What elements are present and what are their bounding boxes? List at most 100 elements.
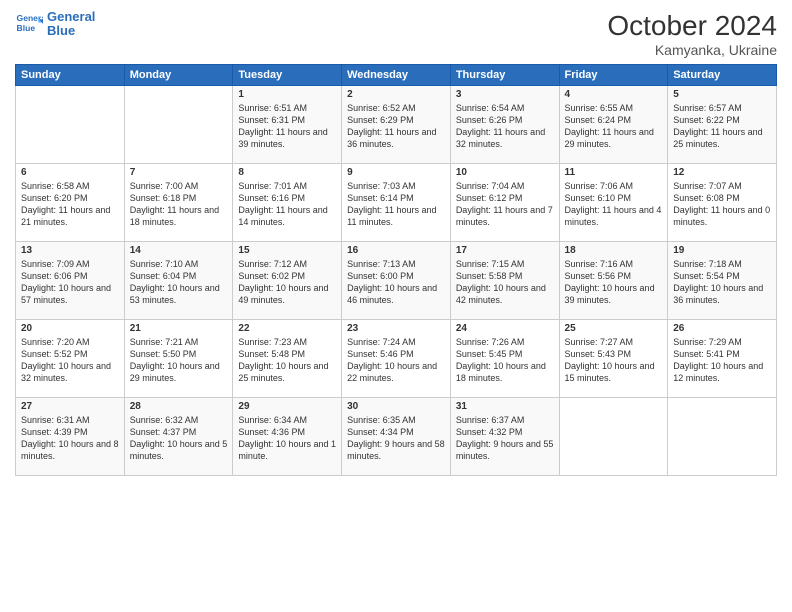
calendar-cell: 6 Sunrise: 6:58 AMSunset: 6:20 PMDaylight… xyxy=(16,164,125,242)
day-header-monday: Monday xyxy=(124,65,233,86)
cell-info: Sunrise: 6:57 AMSunset: 6:22 PMDaylight:… xyxy=(673,102,771,151)
logo-text: GeneralBlue xyxy=(47,10,95,39)
cell-day-number: 15 xyxy=(238,245,336,256)
cell-info: Sunrise: 7:03 AMSunset: 6:14 PMDaylight:… xyxy=(347,180,445,229)
cell-info: Sunrise: 6:34 AMSunset: 4:36 PMDaylight:… xyxy=(238,414,336,463)
calendar-cell: 9 Sunrise: 7:03 AMSunset: 6:14 PMDaylight… xyxy=(342,164,451,242)
cell-day-number: 30 xyxy=(347,401,445,412)
page-header: General Blue GeneralBlue October 2024 Ka… xyxy=(15,10,777,58)
svg-text:Blue: Blue xyxy=(17,23,36,33)
calendar-cell: 17Sunrise: 7:15 AMSunset: 5:58 PMDayligh… xyxy=(450,242,559,320)
day-header-wednesday: Wednesday xyxy=(342,65,451,86)
cell-info: Sunrise: 7:29 AMSunset: 5:41 PMDaylight:… xyxy=(673,336,771,385)
calendar-cell: 27 Sunrise: 6:31 AMSunset: 4:39 PMDayligh… xyxy=(16,398,125,476)
calendar-cell: 14 Sunrise: 7:10 AMSunset: 6:04 PMDayligh… xyxy=(124,242,233,320)
cell-day-number: 12 xyxy=(673,167,771,178)
calendar-cell: 15Sunrise: 7:12 AMSunset: 6:02 PMDayligh… xyxy=(233,242,342,320)
cell-day-number: 8 xyxy=(238,167,336,178)
cell-day-number: 10 xyxy=(456,167,554,178)
calendar-cell: 30 Sunrise: 6:35 AMSunset: 4:34 PMDayligh… xyxy=(342,398,451,476)
cell-info: Sunrise: 6:32 AMSunset: 4:37 PMDaylight:… xyxy=(130,414,228,463)
cell-info: Sunrise: 7:23 AMSunset: 5:48 PMDaylight:… xyxy=(238,336,336,385)
cell-info: Sunrise: 7:01 AMSunset: 6:16 PMDaylight:… xyxy=(238,180,336,229)
calendar-cell: 20 Sunrise: 7:20 AMSunset: 5:52 PMDayligh… xyxy=(16,320,125,398)
cell-day-number: 23 xyxy=(347,323,445,334)
cell-info: Sunrise: 6:35 AMSunset: 4:34 PMDaylight:… xyxy=(347,414,445,463)
cell-info: Sunrise: 7:06 AMSunset: 6:10 PMDaylight:… xyxy=(565,180,663,229)
calendar-cell: 21 Sunrise: 7:21 AMSunset: 5:50 PMDayligh… xyxy=(124,320,233,398)
calendar-cell xyxy=(124,86,233,164)
cell-info: Sunrise: 7:20 AMSunset: 5:52 PMDaylight:… xyxy=(21,336,119,385)
calendar-cell: 13 Sunrise: 7:09 AMSunset: 6:06 PMDayligh… xyxy=(16,242,125,320)
cell-day-number: 29 xyxy=(238,401,336,412)
calendar-cell xyxy=(16,86,125,164)
cell-day-number: 7 xyxy=(130,167,228,178)
day-header-sunday: Sunday xyxy=(16,65,125,86)
cell-day-number: 26 xyxy=(673,323,771,334)
cell-info: Sunrise: 6:52 AMSunset: 6:29 PMDaylight:… xyxy=(347,102,445,151)
calendar-table: SundayMondayTuesdayWednesdayThursdayFrid… xyxy=(15,64,777,476)
title-block: October 2024 Kamyanka, Ukraine xyxy=(607,10,777,58)
cell-day-number: 18 xyxy=(565,245,663,256)
cell-info: Sunrise: 7:13 AMSunset: 6:00 PMDaylight:… xyxy=(347,258,445,307)
cell-info: Sunrise: 6:51 AMSunset: 6:31 PMDaylight:… xyxy=(238,102,336,151)
cell-day-number: 21 xyxy=(130,323,228,334)
cell-day-number: 14 xyxy=(130,245,228,256)
calendar-week-row: 1 Sunrise: 6:51 AMSunset: 6:31 PMDaylight… xyxy=(16,86,777,164)
cell-info: Sunrise: 6:55 AMSunset: 6:24 PMDaylight:… xyxy=(565,102,663,151)
cell-day-number: 28 xyxy=(130,401,228,412)
cell-day-number: 5 xyxy=(673,89,771,100)
cell-day-number: 19 xyxy=(673,245,771,256)
cell-day-number: 9 xyxy=(347,167,445,178)
day-header-friday: Friday xyxy=(559,65,668,86)
cell-info: Sunrise: 7:27 AMSunset: 5:43 PMDaylight:… xyxy=(565,336,663,385)
calendar-cell: 25 Sunrise: 7:27 AMSunset: 5:43 PMDayligh… xyxy=(559,320,668,398)
cell-day-number: 27 xyxy=(21,401,119,412)
cell-day-number: 6 xyxy=(21,167,119,178)
cell-day-number: 24 xyxy=(456,323,554,334)
cell-day-number: 13 xyxy=(21,245,119,256)
cell-info: Sunrise: 7:00 AMSunset: 6:18 PMDaylight:… xyxy=(130,180,228,229)
calendar-cell: 12Sunrise: 7:07 AMSunset: 6:08 PMDayligh… xyxy=(668,164,777,242)
calendar-cell xyxy=(668,398,777,476)
calendar-cell xyxy=(559,398,668,476)
logo-icon: General Blue xyxy=(15,10,43,38)
calendar-week-row: 27 Sunrise: 6:31 AMSunset: 4:39 PMDayligh… xyxy=(16,398,777,476)
cell-day-number: 1 xyxy=(238,89,336,100)
logo: General Blue GeneralBlue xyxy=(15,10,95,39)
cell-day-number: 25 xyxy=(565,323,663,334)
calendar-cell: 29 Sunrise: 6:34 AMSunset: 4:36 PMDayligh… xyxy=(233,398,342,476)
calendar-header-row: SundayMondayTuesdayWednesdayThursdayFrid… xyxy=(16,65,777,86)
cell-day-number: 16 xyxy=(347,245,445,256)
calendar-cell: 24Sunrise: 7:26 AMSunset: 5:45 PMDayligh… xyxy=(450,320,559,398)
cell-day-number: 2 xyxy=(347,89,445,100)
month-title: October 2024 xyxy=(607,10,777,42)
cell-info: Sunrise: 7:24 AMSunset: 5:46 PMDaylight:… xyxy=(347,336,445,385)
calendar-week-row: 6 Sunrise: 6:58 AMSunset: 6:20 PMDaylight… xyxy=(16,164,777,242)
calendar-cell: 4 Sunrise: 6:55 AMSunset: 6:24 PMDaylight… xyxy=(559,86,668,164)
day-header-thursday: Thursday xyxy=(450,65,559,86)
calendar-week-row: 13 Sunrise: 7:09 AMSunset: 6:06 PMDayligh… xyxy=(16,242,777,320)
cell-info: Sunrise: 7:10 AMSunset: 6:04 PMDaylight:… xyxy=(130,258,228,307)
cell-info: Sunrise: 7:04 AMSunset: 6:12 PMDaylight:… xyxy=(456,180,554,229)
cell-day-number: 3 xyxy=(456,89,554,100)
cell-info: Sunrise: 7:15 AMSunset: 5:58 PMDaylight:… xyxy=(456,258,554,307)
cell-info: Sunrise: 7:09 AMSunset: 6:06 PMDaylight:… xyxy=(21,258,119,307)
calendar-cell: 18Sunrise: 7:16 AMSunset: 5:56 PMDayligh… xyxy=(559,242,668,320)
cell-day-number: 22 xyxy=(238,323,336,334)
calendar-cell: 10 Sunrise: 7:04 AMSunset: 6:12 PMDayligh… xyxy=(450,164,559,242)
cell-info: Sunrise: 6:37 AMSunset: 4:32 PMDaylight:… xyxy=(456,414,554,463)
calendar-cell: 19Sunrise: 7:18 AMSunset: 5:54 PMDayligh… xyxy=(668,242,777,320)
calendar-cell: 22 Sunrise: 7:23 AMSunset: 5:48 PMDayligh… xyxy=(233,320,342,398)
calendar-cell: 26 Sunrise: 7:29 AMSunset: 5:41 PMDayligh… xyxy=(668,320,777,398)
calendar-cell: 28 Sunrise: 6:32 AMSunset: 4:37 PMDayligh… xyxy=(124,398,233,476)
calendar-cell: 5 Sunrise: 6:57 AMSunset: 6:22 PMDaylight… xyxy=(668,86,777,164)
cell-day-number: 20 xyxy=(21,323,119,334)
cell-day-number: 31 xyxy=(456,401,554,412)
cell-day-number: 4 xyxy=(565,89,663,100)
calendar-cell: 7 Sunrise: 7:00 AMSunset: 6:18 PMDaylight… xyxy=(124,164,233,242)
cell-info: Sunrise: 6:31 AMSunset: 4:39 PMDaylight:… xyxy=(21,414,119,463)
cell-info: Sunrise: 6:58 AMSunset: 6:20 PMDaylight:… xyxy=(21,180,119,229)
cell-info: Sunrise: 7:21 AMSunset: 5:50 PMDaylight:… xyxy=(130,336,228,385)
calendar-cell: 2 Sunrise: 6:52 AMSunset: 6:29 PMDaylight… xyxy=(342,86,451,164)
